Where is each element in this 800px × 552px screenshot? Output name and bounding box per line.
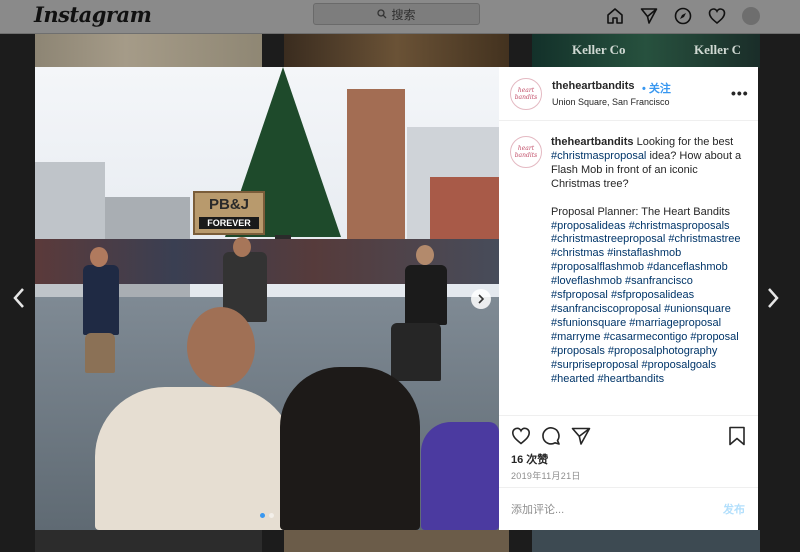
carousel-dot	[269, 513, 274, 518]
explore-icon[interactable]	[672, 5, 694, 27]
comment-input[interactable]: 添加评论...	[511, 501, 564, 517]
caption-hashtag[interactable]: #sfproposalideas	[611, 289, 694, 301]
sign-text: PB&J	[208, 196, 249, 213]
share-direct-icon[interactable]	[571, 426, 591, 446]
photo-dancer-head	[90, 247, 108, 267]
save-bookmark-icon[interactable]	[728, 426, 748, 446]
photo-building	[347, 89, 405, 254]
caption-hashtag[interactable]: #danceflashmob	[647, 261, 728, 273]
caption-hashtag[interactable]: #heartbandits	[598, 373, 665, 385]
caption-hashtag[interactable]: #christmastree	[668, 233, 740, 245]
caption-hashtag[interactable]: #sanfrancisco	[625, 275, 693, 287]
grid-post-thumbnail[interactable]	[284, 34, 509, 68]
comment-box: 添加评论... 发布	[499, 487, 758, 530]
post-comment-button[interactable]: 发布	[723, 501, 745, 517]
follow-button[interactable]: • 关注	[642, 80, 671, 96]
caption-hashtags: #proposalideas #christmasproposals #chri…	[551, 220, 747, 387]
caption-hashtag[interactable]: #proposalflashmob	[551, 261, 644, 273]
caption-hashtag[interactable]: #proposals	[551, 345, 605, 357]
top-nav: Instagram 搜索	[0, 0, 800, 34]
previous-post-chevron-icon[interactable]	[12, 287, 26, 309]
home-icon[interactable]	[604, 5, 626, 27]
profile-avatar[interactable]	[742, 7, 760, 25]
like-heart-icon[interactable]	[511, 426, 531, 446]
caption-hashtag[interactable]: #sanfranciscoproposal	[551, 303, 661, 315]
photo-woman-hair	[280, 367, 420, 530]
caption-hashtag[interactable]: #unionsquare	[664, 303, 731, 315]
caption-hashtag[interactable]: #marriageproposal	[629, 317, 721, 329]
caption-avatar[interactable]: heart bandits	[510, 136, 542, 168]
caption-hashtag[interactable]: #sfunionsquare	[551, 317, 626, 329]
caption-hashtag[interactable]: #casarmecontigo	[604, 331, 688, 343]
likes-count[interactable]: 16 次赞	[511, 451, 548, 467]
post-modal: PB&J FOREVER heart bandits theheartbandi…	[35, 67, 758, 530]
caption-hashtag[interactable]: #sfproposal	[551, 289, 608, 301]
caption-hashtag[interactable]: #loveflashmob	[551, 275, 622, 287]
photo-dancer-legs	[85, 333, 115, 373]
post-header: heart bandits theheartbandits • 关注 Union…	[499, 67, 758, 121]
grid-post-thumbnail[interactable]	[35, 530, 262, 552]
caption-hashtag[interactable]: #surpriseproposal	[551, 359, 638, 371]
search-icon	[377, 9, 387, 19]
carousel-dots	[260, 513, 274, 518]
photo-purple-jacket	[421, 422, 499, 530]
grid-post-thumbnail[interactable]	[284, 530, 509, 552]
chevron-right-icon	[478, 294, 485, 304]
instagram-logo[interactable]: Instagram	[34, 2, 152, 27]
caption-hashtag[interactable]: #hearted	[551, 373, 594, 385]
thumbnail-sign-text: Keller Co	[572, 42, 626, 57]
caption-hashtag[interactable]: #proposalphotography	[608, 345, 717, 357]
caption-username[interactable]: theheartbandits	[551, 136, 634, 148]
author-username[interactable]: theheartbandits	[552, 80, 635, 92]
caption-hashtag[interactable]: #christmasproposal	[551, 150, 646, 162]
follow-label: 关注	[648, 83, 671, 95]
caption-hashtag[interactable]: #christmas	[551, 247, 604, 259]
post-location[interactable]: Union Square, San Francisco	[552, 97, 670, 107]
carousel-next-button[interactable]	[471, 289, 491, 309]
photo-dancer-head	[233, 237, 251, 257]
caption-hashtag[interactable]: #proposal	[690, 331, 738, 343]
follow-separator: •	[642, 83, 646, 95]
heart-icon[interactable]	[706, 5, 728, 27]
post-caption: heart bandits theheartbandits Looking fo…	[499, 122, 758, 415]
post-actions: 16 次赞 2019年11月21日	[499, 415, 758, 485]
photo-dancer-head	[416, 245, 434, 265]
photo-dancer-legs	[391, 323, 441, 381]
grid-post-thumbnail[interactable]	[35, 34, 262, 68]
photo-dancer	[405, 265, 447, 325]
caption-hashtag[interactable]: #proposalgoals	[642, 359, 717, 371]
comment-bubble-icon[interactable]	[541, 426, 561, 446]
photo-man-jacket	[95, 387, 295, 530]
direct-icon[interactable]	[638, 5, 660, 27]
post-photo[interactable]: PB&J FOREVER	[35, 67, 499, 530]
search-input[interactable]: 搜索	[313, 3, 480, 25]
caption-hashtag[interactable]: #marryme	[551, 331, 601, 343]
grid-post-thumbnail[interactable]	[532, 530, 760, 552]
post-date[interactable]: 2019年11月21日	[511, 469, 581, 482]
next-post-chevron-icon[interactable]	[766, 287, 780, 309]
more-options-icon[interactable]: •••	[731, 85, 749, 101]
search-placeholder: 搜索	[391, 7, 416, 22]
caption-hashtag[interactable]: #christmastreeproposal	[551, 233, 665, 245]
caption-hashtag[interactable]: #instaflashmob	[607, 247, 681, 259]
post-side-panel: heart bandits theheartbandits • 关注 Union…	[499, 67, 758, 530]
caption-planner: Proposal Planner: The Heart Bandits	[551, 205, 730, 218]
photo-sign: PB&J FOREVER	[193, 191, 265, 235]
sign-subtext: FOREVER	[199, 217, 259, 229]
photo-man-head	[187, 307, 255, 387]
caption-hashtag[interactable]: #proposalideas	[551, 220, 626, 232]
carousel-dot-active	[260, 513, 265, 518]
grid-post-thumbnail[interactable]: Keller Co Keller C	[532, 34, 760, 68]
caption-text: Looking for the best	[636, 136, 734, 148]
thumbnail-sign-text: Keller C	[694, 42, 742, 57]
photo-dancer	[83, 265, 119, 335]
author-avatar[interactable]: heart bandits	[510, 78, 542, 110]
caption-hashtag[interactable]: #christmasproposals	[629, 220, 730, 232]
